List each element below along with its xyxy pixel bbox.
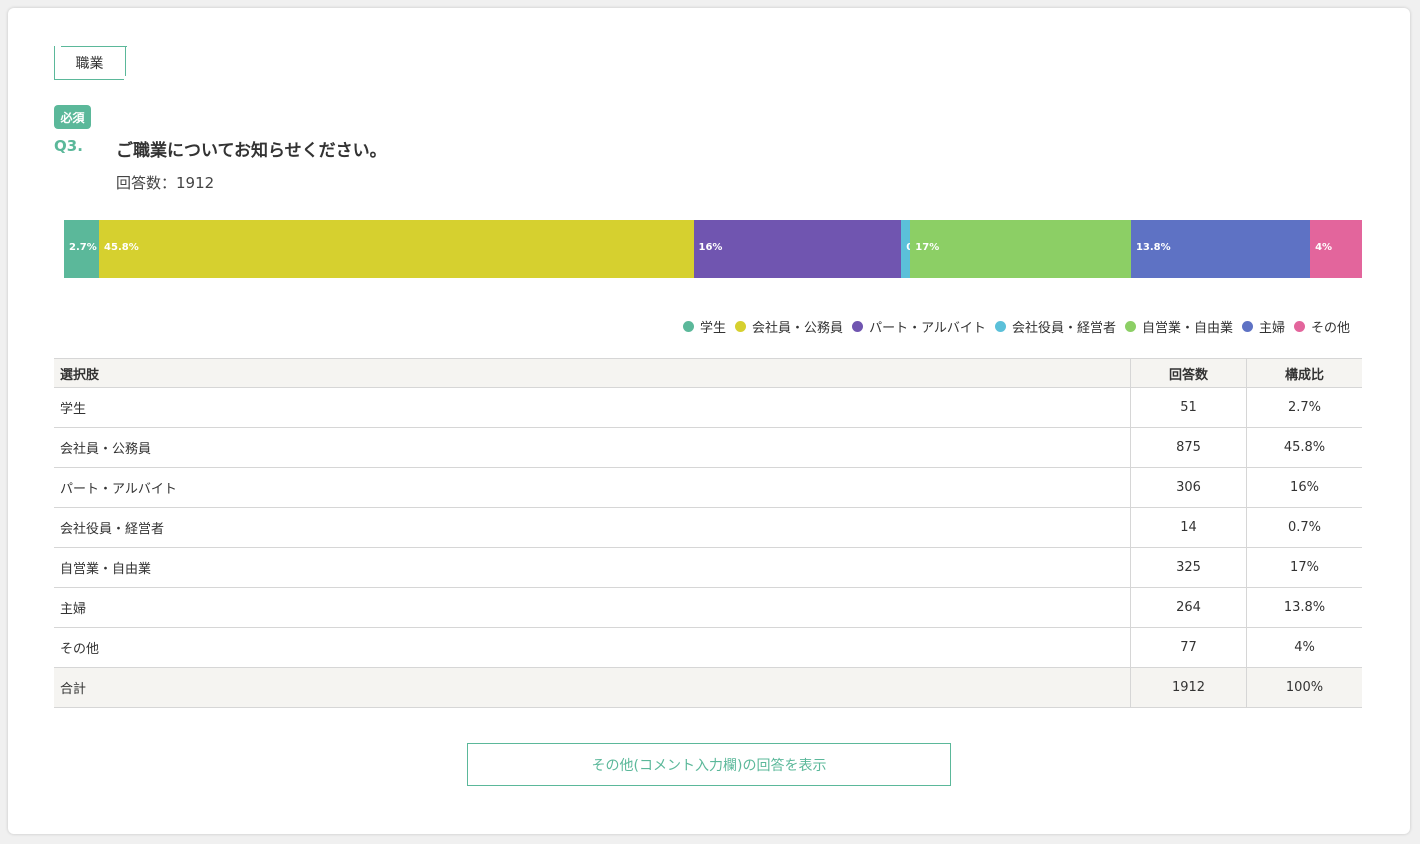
response-count: 回答数：1912 xyxy=(116,174,215,192)
legend-dot xyxy=(1241,321,1253,332)
question-number: Q3. xyxy=(54,137,83,155)
bar-segment xyxy=(693,220,902,278)
legend-label: パート・アルバイト xyxy=(869,321,986,336)
row-ratio: 0.7% xyxy=(1246,507,1362,548)
row-ratio: 16% xyxy=(1246,467,1362,508)
legend-item: 学生 xyxy=(683,317,726,336)
row-ratio: 4% xyxy=(1246,627,1362,668)
bar-segment-label: 16% xyxy=(698,242,723,253)
bar-segment xyxy=(910,220,1131,278)
row-count: 51 xyxy=(1130,387,1247,428)
row-count: 77 xyxy=(1130,627,1247,668)
total-ratio: 100% xyxy=(1246,667,1362,708)
legend-label: 会社役員・経営者 xyxy=(1011,321,1116,336)
tab-border-top xyxy=(61,46,127,47)
total-count: 1912 xyxy=(1130,667,1247,708)
bar-segment-label: 2.7% xyxy=(69,242,97,253)
row-ratio: 45.8% xyxy=(1246,427,1362,468)
section-tab-label: 職業 xyxy=(75,55,104,72)
row-choice: 主婦 xyxy=(54,587,1131,628)
row-count: 264 xyxy=(1130,587,1247,628)
row-choice: 会社員・公務員 xyxy=(54,427,1131,468)
bar-segment-label: 13.8% xyxy=(1135,242,1171,253)
legend-dot xyxy=(1293,321,1305,332)
legend-item: 会社員・公務員 xyxy=(735,317,843,336)
table-row: 自営業・自由業 325 17% xyxy=(54,547,1362,588)
question-card: 職業 必須 Q3. ご職業についてお知らせください。 回答数：1912 2.7%… xyxy=(8,8,1410,834)
legend-label: その他 xyxy=(1310,321,1350,336)
row-count: 875 xyxy=(1130,427,1247,468)
legend-dot xyxy=(683,321,695,332)
row-choice: パート・アルバイト xyxy=(54,467,1131,508)
row-choice: 自営業・自由業 xyxy=(54,547,1131,588)
total-label: 合計 xyxy=(54,667,1131,708)
row-choice: 学生 xyxy=(54,387,1131,428)
table-total-row: 合計 1912 100% xyxy=(54,667,1362,708)
row-choice: その他 xyxy=(54,627,1131,668)
results-table: 選択肢 回答数 構成比 学生 51 2.7% 会社員・公務員 875 45.8%… xyxy=(54,358,1362,708)
row-ratio: 2.7% xyxy=(1246,387,1362,428)
chart-legend: 学生 会社員・公務員 パート・アルバイト 会社役員・経営者 自営業・自由業 主婦 その他 xyxy=(674,317,1350,336)
row-ratio: 17% xyxy=(1246,547,1362,588)
header-choice: 選択肢 xyxy=(54,358,1131,388)
legend-item: 自営業・自由業 xyxy=(1124,317,1233,336)
table-row: その他 77 4% xyxy=(54,627,1362,668)
row-count: 14 xyxy=(1130,507,1247,548)
table-row: 会社員・公務員 875 45.8% xyxy=(54,427,1362,468)
legend-label: 学生 xyxy=(700,321,727,336)
bar-segment-label: 4% xyxy=(1315,242,1333,253)
stacked-bar-chart: 2.7%45.8%16%0.7%17%13.8%4% xyxy=(64,220,1362,278)
table-row: 会社役員・経営者 14 0.7% xyxy=(54,507,1362,548)
table-row: 学生 51 2.7% xyxy=(54,387,1362,428)
legend-label: 会社員・公務員 xyxy=(752,321,844,336)
show-other-comments-button[interactable]: その他(コメント入力欄)の回答を表示 xyxy=(467,743,951,786)
legend-dot xyxy=(1124,321,1136,332)
row-count: 306 xyxy=(1130,467,1247,508)
legend-label: 自営業・自由業 xyxy=(1141,321,1233,336)
row-ratio: 13.8% xyxy=(1246,587,1362,628)
row-choice: 会社役員・経営者 xyxy=(54,507,1131,548)
table-row: パート・アルバイト 306 16% xyxy=(54,467,1362,508)
legend-item: 会社役員・経営者 xyxy=(994,317,1116,336)
section-tab: 職業 xyxy=(54,46,127,80)
bar-segment xyxy=(99,220,694,278)
table-row: 主婦 264 13.8% xyxy=(54,587,1362,628)
legend-item: パート・アルバイト xyxy=(852,317,986,336)
legend-dot xyxy=(852,321,864,332)
header-count: 回答数 xyxy=(1130,358,1247,388)
legend-dot xyxy=(994,321,1006,332)
question-text: ご職業についてお知らせください。 xyxy=(116,141,387,161)
legend-item: その他 xyxy=(1293,317,1350,336)
table-header-row: 選択肢 回答数 構成比 xyxy=(54,358,1362,388)
row-count: 325 xyxy=(1130,547,1247,588)
header-ratio: 構成比 xyxy=(1246,358,1362,388)
tab-border-right xyxy=(125,46,126,76)
legend-item: 主婦 xyxy=(1241,317,1285,336)
bar-segment-label: 45.8% xyxy=(104,242,139,253)
required-badge: 必須 xyxy=(54,105,91,129)
bar-segment-label: 17% xyxy=(915,242,940,253)
legend-dot xyxy=(735,321,747,332)
legend-label: 主婦 xyxy=(1258,321,1285,336)
